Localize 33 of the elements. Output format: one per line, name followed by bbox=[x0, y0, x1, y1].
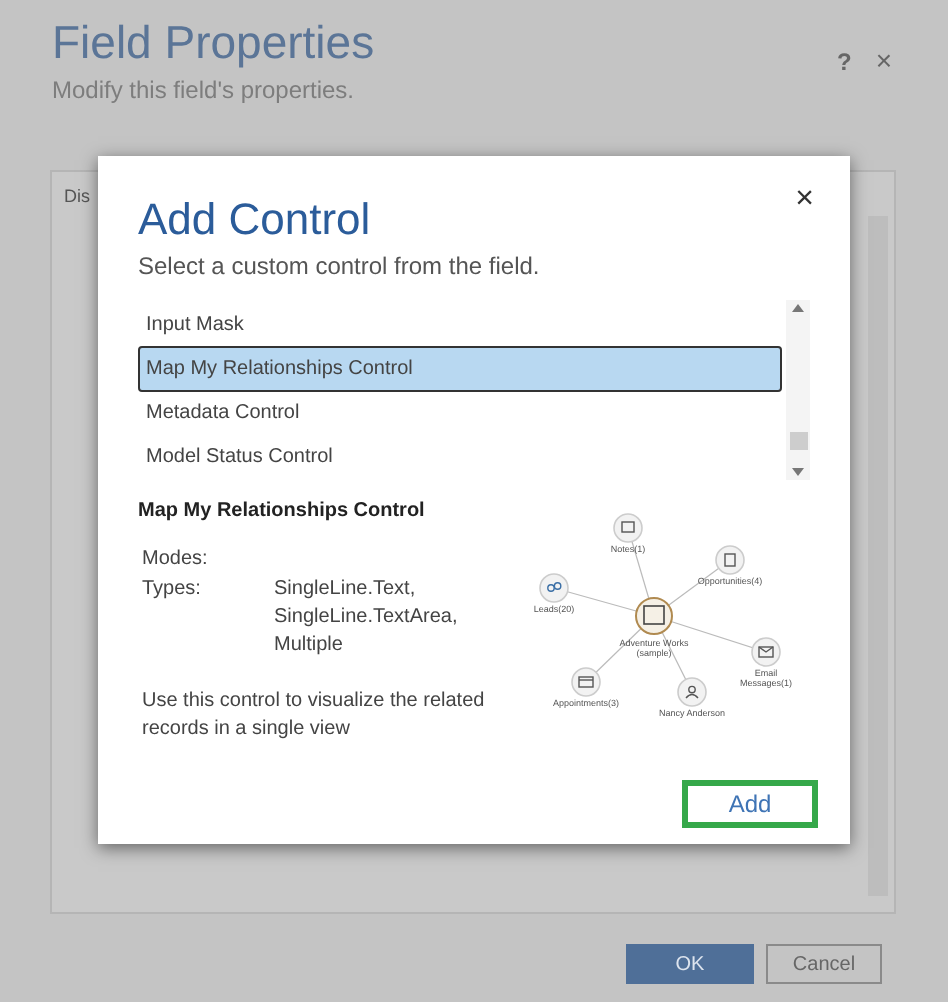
node-icon bbox=[751, 637, 781, 667]
modes-label: Modes: bbox=[142, 546, 208, 574]
help-button[interactable]: ? bbox=[836, 40, 852, 82]
dialog-title: Add Control bbox=[138, 192, 371, 248]
dialog-title: Field Properties bbox=[52, 14, 375, 72]
node-icon bbox=[677, 677, 707, 707]
type-value: SingleLine.TextArea, bbox=[274, 604, 458, 632]
control-description: Use this control to visualize the related records in a single view bbox=[140, 688, 487, 744]
scrollbar[interactable] bbox=[786, 300, 810, 480]
dialog-subtitle: Modify this field's properties. bbox=[52, 74, 357, 108]
scroll-thumb[interactable] bbox=[789, 431, 807, 449]
account-node-icon bbox=[635, 597, 673, 635]
list-item[interactable]: Map My Relationships Control bbox=[138, 346, 782, 391]
close-button[interactable]: × bbox=[795, 176, 814, 224]
node-icon bbox=[613, 513, 643, 543]
node-icon bbox=[571, 667, 601, 697]
list-item[interactable]: Metadata Control bbox=[138, 391, 782, 436]
scroll-up-icon[interactable] bbox=[792, 304, 804, 312]
ok-button[interactable]: OK bbox=[626, 944, 754, 984]
scroll-down-icon[interactable] bbox=[792, 468, 804, 476]
dialog-subtitle: Select a custom control from the field. bbox=[138, 250, 542, 284]
list-item[interactable]: Model Status Control bbox=[138, 435, 782, 480]
close-button[interactable]: × bbox=[875, 40, 892, 82]
node-icon bbox=[539, 573, 569, 603]
type-value: SingleLine.Text, bbox=[274, 576, 418, 604]
types-label: Types: bbox=[142, 576, 203, 604]
tab[interactable]: Dis bbox=[64, 184, 90, 211]
node-icon bbox=[715, 545, 745, 575]
cancel-button[interactable]: Cancel bbox=[766, 944, 882, 984]
control-name: Map My Relationships Control bbox=[138, 498, 427, 526]
add-button[interactable]: Add bbox=[682, 780, 818, 828]
type-value: Multiple bbox=[274, 632, 345, 660]
list-item[interactable]: Input Mask bbox=[138, 302, 782, 347]
